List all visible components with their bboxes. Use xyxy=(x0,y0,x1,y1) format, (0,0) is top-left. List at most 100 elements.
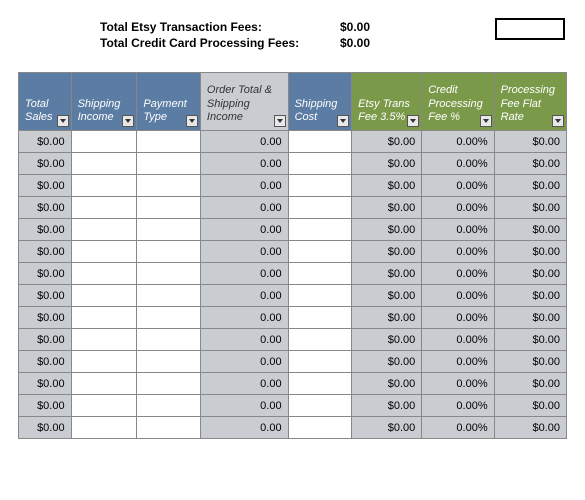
etsy-fee-cell[interactable]: $0.00 xyxy=(352,153,422,175)
etsy-fee-cell[interactable]: $0.00 xyxy=(352,175,422,197)
order-total-cell[interactable]: 0.00 xyxy=(200,175,288,197)
cc-flat-cell[interactable]: $0.00 xyxy=(494,197,566,219)
cc-pct-cell[interactable]: 0.00% xyxy=(422,241,494,263)
payment-type-cell[interactable] xyxy=(137,219,201,241)
cc-pct-cell[interactable]: 0.00% xyxy=(422,417,494,439)
payment-type-cell[interactable] xyxy=(137,175,201,197)
header-shipping-income[interactable]: Shipping Income xyxy=(71,73,137,131)
shipping-income-cell[interactable] xyxy=(71,395,137,417)
cc-flat-cell[interactable]: $0.00 xyxy=(494,131,566,153)
cc-flat-cell[interactable]: $0.00 xyxy=(494,329,566,351)
cc-flat-cell[interactable]: $0.00 xyxy=(494,241,566,263)
cc-flat-cell[interactable]: $0.00 xyxy=(494,175,566,197)
shipping-income-cell[interactable] xyxy=(71,197,137,219)
shipping-income-cell[interactable] xyxy=(71,351,137,373)
etsy-fee-cell[interactable]: $0.00 xyxy=(352,395,422,417)
cc-pct-cell[interactable]: 0.00% xyxy=(422,373,494,395)
header-cc-flat[interactable]: Processing Fee Flat Rate xyxy=(494,73,566,131)
shipping-cost-cell[interactable] xyxy=(288,329,352,351)
shipping-cost-cell[interactable] xyxy=(288,263,352,285)
filter-icon[interactable] xyxy=(274,115,286,127)
shipping-cost-cell[interactable] xyxy=(288,219,352,241)
etsy-fee-cell[interactable]: $0.00 xyxy=(352,329,422,351)
shipping-income-cell[interactable] xyxy=(71,373,137,395)
cc-pct-cell[interactable]: 0.00% xyxy=(422,197,494,219)
shipping-cost-cell[interactable] xyxy=(288,417,352,439)
payment-type-cell[interactable] xyxy=(137,241,201,263)
cc-flat-cell[interactable]: $0.00 xyxy=(494,307,566,329)
cc-pct-cell[interactable]: 0.00% xyxy=(422,351,494,373)
sales-cell[interactable]: $0.00 xyxy=(19,197,72,219)
cc-flat-cell[interactable]: $0.00 xyxy=(494,285,566,307)
shipping-cost-cell[interactable] xyxy=(288,351,352,373)
sales-cell[interactable]: $0.00 xyxy=(19,263,72,285)
shipping-income-cell[interactable] xyxy=(71,417,137,439)
cc-flat-cell[interactable]: $0.00 xyxy=(494,263,566,285)
payment-type-cell[interactable] xyxy=(137,351,201,373)
payment-type-cell[interactable] xyxy=(137,153,201,175)
sales-cell[interactable]: $0.00 xyxy=(19,153,72,175)
cc-pct-cell[interactable]: 0.00% xyxy=(422,307,494,329)
header-shipping-cost[interactable]: Shipping Cost xyxy=(288,73,352,131)
shipping-income-cell[interactable] xyxy=(71,241,137,263)
order-total-cell[interactable]: 0.00 xyxy=(200,197,288,219)
shipping-cost-cell[interactable] xyxy=(288,131,352,153)
order-total-cell[interactable]: 0.00 xyxy=(200,219,288,241)
order-total-cell[interactable]: 0.00 xyxy=(200,329,288,351)
sales-cell[interactable]: $0.00 xyxy=(19,307,72,329)
cc-pct-cell[interactable]: 0.00% xyxy=(422,263,494,285)
etsy-fee-cell[interactable]: $0.00 xyxy=(352,263,422,285)
filter-icon[interactable] xyxy=(186,115,198,127)
sales-cell[interactable]: $0.00 xyxy=(19,131,72,153)
cc-pct-cell[interactable]: 0.00% xyxy=(422,285,494,307)
shipping-income-cell[interactable] xyxy=(71,219,137,241)
order-total-cell[interactable]: 0.00 xyxy=(200,263,288,285)
payment-type-cell[interactable] xyxy=(137,263,201,285)
shipping-cost-cell[interactable] xyxy=(288,197,352,219)
order-total-cell[interactable]: 0.00 xyxy=(200,351,288,373)
cc-pct-cell[interactable]: 0.00% xyxy=(422,395,494,417)
header-etsy-fee[interactable]: Etsy Trans Fee 3.5% xyxy=(352,73,422,131)
cc-flat-cell[interactable]: $0.00 xyxy=(494,219,566,241)
order-total-cell[interactable]: 0.00 xyxy=(200,153,288,175)
etsy-fee-cell[interactable]: $0.00 xyxy=(352,131,422,153)
sales-cell[interactable]: $0.00 xyxy=(19,417,72,439)
etsy-fee-cell[interactable]: $0.00 xyxy=(352,197,422,219)
filter-icon[interactable] xyxy=(480,115,492,127)
shipping-income-cell[interactable] xyxy=(71,285,137,307)
payment-type-cell[interactable] xyxy=(137,395,201,417)
payment-type-cell[interactable] xyxy=(137,373,201,395)
etsy-fee-cell[interactable]: $0.00 xyxy=(352,417,422,439)
shipping-cost-cell[interactable] xyxy=(288,175,352,197)
cc-pct-cell[interactable]: 0.00% xyxy=(422,219,494,241)
cc-flat-cell[interactable]: $0.00 xyxy=(494,373,566,395)
shipping-cost-cell[interactable] xyxy=(288,285,352,307)
filter-icon[interactable] xyxy=(337,115,349,127)
order-total-cell[interactable]: 0.00 xyxy=(200,373,288,395)
shipping-cost-cell[interactable] xyxy=(288,153,352,175)
order-total-cell[interactable]: 0.00 xyxy=(200,307,288,329)
sales-cell[interactable]: $0.00 xyxy=(19,329,72,351)
sales-cell[interactable]: $0.00 xyxy=(19,175,72,197)
cc-pct-cell[interactable]: 0.00% xyxy=(422,131,494,153)
order-total-cell[interactable]: 0.00 xyxy=(200,417,288,439)
etsy-fee-cell[interactable]: $0.00 xyxy=(352,373,422,395)
payment-type-cell[interactable] xyxy=(137,285,201,307)
cc-flat-cell[interactable]: $0.00 xyxy=(494,351,566,373)
shipping-cost-cell[interactable] xyxy=(288,395,352,417)
cc-pct-cell[interactable]: 0.00% xyxy=(422,329,494,351)
shipping-cost-cell[interactable] xyxy=(288,373,352,395)
header-cc-pct[interactable]: Credit Processing Fee % xyxy=(422,73,494,131)
cc-pct-cell[interactable]: 0.00% xyxy=(422,175,494,197)
payment-type-cell[interactable] xyxy=(137,329,201,351)
header-order-total[interactable]: Order Total & Shipping Income xyxy=(200,73,288,131)
cc-pct-cell[interactable]: 0.00% xyxy=(422,153,494,175)
shipping-income-cell[interactable] xyxy=(71,131,137,153)
filter-icon[interactable] xyxy=(122,115,134,127)
shipping-income-cell[interactable] xyxy=(71,263,137,285)
shipping-cost-cell[interactable] xyxy=(288,307,352,329)
header-payment-type[interactable]: Payment Type xyxy=(137,73,201,131)
header-total-sales[interactable]: Total Sales xyxy=(19,73,72,131)
shipping-income-cell[interactable] xyxy=(71,175,137,197)
filter-icon[interactable] xyxy=(57,115,69,127)
